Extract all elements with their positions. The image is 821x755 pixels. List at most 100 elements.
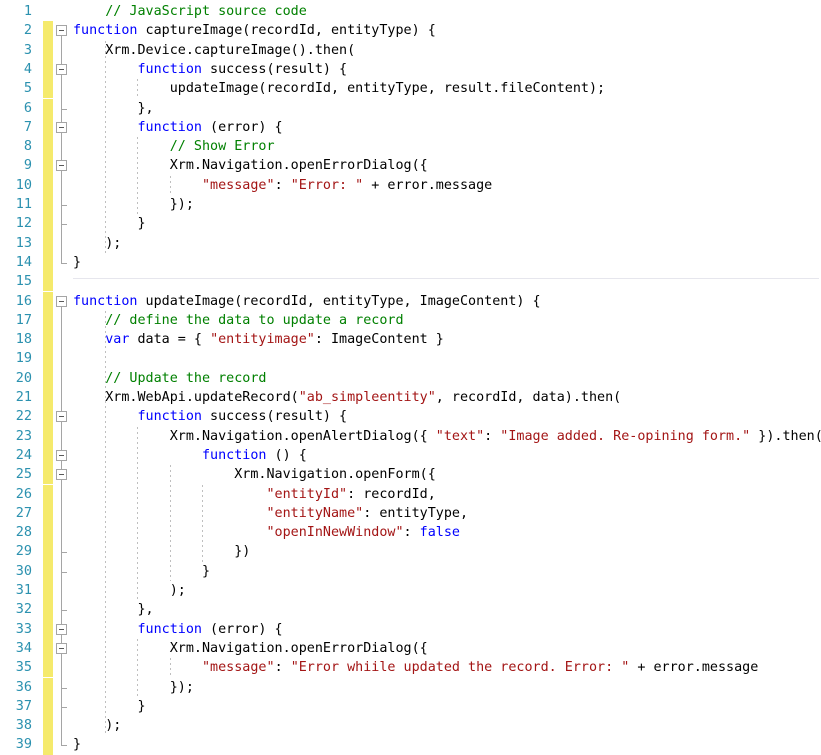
code-line[interactable]: );	[73, 716, 121, 735]
code-line[interactable]: "message": "Error: " + error.message	[73, 176, 492, 195]
token-plain: : entityType,	[363, 505, 469, 521]
code-line[interactable]: }	[73, 253, 81, 272]
code-line[interactable]: Xrm.Navigation.openAlertDialog({ "text":…	[73, 427, 821, 446]
fold-collapse-toggle[interactable]	[56, 411, 67, 423]
fold-collapse-toggle[interactable]	[56, 295, 67, 307]
code-line[interactable]: // define the data to update a record	[73, 311, 403, 330]
code-line[interactable]: "entityId": recordId,	[73, 485, 435, 504]
code-line[interactable]: });	[73, 678, 194, 697]
fold-collapse-toggle[interactable]	[56, 121, 67, 133]
code-line[interactable]: function captureImage(recordId, entityTy…	[73, 21, 436, 40]
token-keyword: function	[137, 119, 203, 135]
code-line[interactable]: var data = { "entityimage": ImageContent…	[73, 330, 444, 349]
code-line[interactable]: // JavaScript source code	[73, 2, 307, 21]
token-plain: Xrm.Device.captureImage().then(	[73, 42, 356, 58]
code-line[interactable]: function success(result) {	[73, 407, 348, 426]
code-content-area[interactable]: // JavaScript source code function captur…	[73, 0, 821, 752]
change-bar-segment	[43, 310, 53, 331]
line-number: 28	[15, 524, 32, 541]
fold-collapse-toggle[interactable]	[56, 469, 67, 481]
line-number: 30	[15, 562, 32, 579]
code-line[interactable]: function success(result) {	[73, 60, 348, 79]
code-editor[interactable]: 1 2 3 4 5 6 7 8 9 10 11 12 13 14 15 16 17 18 19 20 21 22 23 24 2…	[0, 0, 821, 755]
token-plain: }	[73, 698, 146, 714]
change-bar-segment	[43, 426, 53, 446]
token-plain: :	[274, 660, 291, 676]
code-line[interactable]: );	[73, 234, 121, 253]
token-comment: // Show Error	[169, 139, 275, 155]
line-number: 22	[15, 408, 32, 425]
fold-collapse-toggle[interactable]	[56, 25, 67, 37]
code-line[interactable]: }	[73, 214, 146, 233]
outline-vertical-rule	[61, 653, 62, 688]
code-line[interactable]: // Update the record	[73, 369, 266, 388]
code-line[interactable]: Xrm.Navigation.openErrorDialog({	[73, 639, 428, 658]
code-line[interactable]: Xrm.Navigation.openErrorDialog({	[73, 156, 428, 175]
code-line[interactable]: function () {	[73, 446, 307, 465]
code-line[interactable]: }	[73, 735, 81, 754]
code-line[interactable]: })	[73, 542, 250, 561]
fold-collapse-toggle[interactable]	[56, 63, 67, 75]
token-plain: })	[73, 544, 251, 560]
change-bar-segment	[43, 484, 53, 504]
code-line[interactable]: function updateImage(recordId, entityTyp…	[73, 292, 541, 311]
change-bar-segment	[43, 542, 53, 562]
token-string: "Image added. Re-opining form."	[500, 428, 751, 444]
code-line[interactable]: Xrm.WebApi.updateRecord("ab_simpleentity…	[73, 388, 621, 407]
code-line[interactable]: // Show Error	[73, 137, 275, 156]
line-number: 33	[15, 620, 32, 637]
code-line[interactable]: }	[73, 562, 210, 581]
token-keyword: false	[419, 525, 460, 541]
code-line[interactable]: );	[73, 581, 186, 600]
fold-collapse-toggle[interactable]	[56, 642, 67, 654]
code-line[interactable]: },	[73, 600, 153, 619]
outline-end-tick	[61, 224, 67, 226]
change-bar-segment	[43, 195, 53, 215]
fold-collapse-toggle[interactable]	[56, 449, 67, 461]
line-number: 15	[15, 273, 32, 290]
token-plain: (error) {	[202, 621, 283, 637]
line-number: 1	[23, 3, 32, 19]
outline-end-tick	[61, 262, 67, 264]
change-bar-segment	[43, 21, 53, 41]
outline-vertical-rule	[61, 74, 62, 109]
fold-collapse-toggle[interactable]	[56, 623, 67, 635]
code-line[interactable]: Xrm.Device.captureImage().then(	[73, 41, 355, 60]
code-line[interactable]: }	[73, 697, 146, 716]
line-number: 4	[23, 60, 32, 77]
change-bar-segment	[43, 272, 53, 292]
change-bar-segment	[43, 79, 53, 99]
fold-collapse-toggle[interactable]	[56, 160, 67, 172]
outlining-gutter[interactable]	[55, 0, 73, 749]
change-bar-segment	[43, 561, 53, 581]
token-plain: updateImage(recordId, entityType, result…	[73, 81, 606, 97]
code-line[interactable]: "entityName": entityType,	[73, 504, 468, 523]
code-line[interactable]: },	[73, 99, 153, 118]
code-line[interactable]: "openInNewWindow": false	[73, 523, 460, 542]
line-number: 17	[15, 311, 32, 328]
code-line[interactable]: updateImage(recordId, entityType, result…	[73, 79, 605, 98]
code-line[interactable]: });	[73, 195, 194, 214]
code-line[interactable]: function (error) {	[73, 620, 283, 639]
token-plain: }	[73, 216, 146, 232]
token-keyword: function	[202, 447, 267, 463]
code-line[interactable]: function (error) {	[73, 118, 283, 137]
change-bar-segment	[43, 40, 53, 60]
token-plain: );	[73, 583, 186, 598]
code-line[interactable]: Xrm.Navigation.openForm({	[73, 465, 436, 484]
line-number: 16	[15, 292, 32, 309]
line-number: 2	[23, 22, 32, 39]
token-plain: :	[274, 177, 291, 193]
line-number: 39	[15, 736, 32, 753]
token-plain: success(result) {	[202, 61, 348, 77]
token-plain: , recordId, data).then(	[435, 390, 622, 405]
line-number: 32	[15, 601, 32, 618]
token-string: "message"	[202, 177, 275, 193]
change-bar-segment	[43, 407, 53, 427]
code-line[interactable]: "message": "Error whiile updated the rec…	[73, 658, 758, 677]
